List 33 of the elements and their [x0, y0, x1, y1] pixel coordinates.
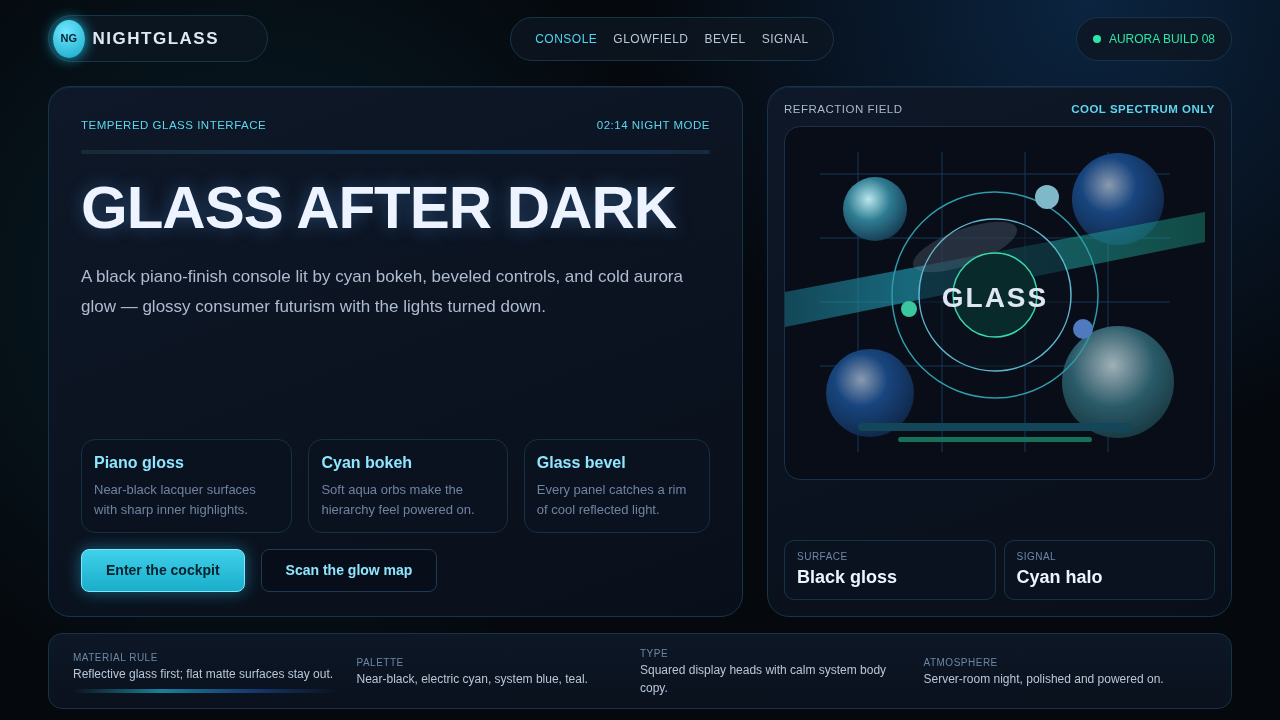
nav-tab[interactable]: GLOWFIELD: [613, 29, 689, 48]
primary-button[interactable]: Enter the cockpit: [81, 549, 245, 592]
time-text: 02:14 NIGHT MODE: [596, 118, 710, 133]
footer-text: Server-room night, polished and powered on.: [923, 670, 1165, 688]
feature-title: Cyan bokeh: [321, 452, 414, 472]
nav-tab[interactable]: SIGNAL: [761, 29, 809, 48]
feature-text: Soft aqua orbs make the hierarchy feel powered on.: [321, 481, 476, 519]
nav-tab[interactable]: BEVEL: [704, 29, 746, 48]
eyebrow-text: TEMPERED GLASS INTERFACE: [81, 118, 267, 133]
footer-text: Squared display heads with calm system body copy.: [640, 661, 888, 697]
footer-text: Near-black, electric cyan, system blue, teal.: [356, 670, 589, 688]
feature-text: Near-black lacquer surfaces with sharp inner highlights.: [94, 481, 257, 519]
feature-text: Every panel catches a rim of cool reflected light.: [536, 481, 688, 519]
footer-label: ATMOSPHERE: [923, 655, 999, 670]
footer-label: MATERIAL RULE: [73, 650, 159, 665]
brand-name: NIGHTGLASS: [92, 27, 219, 50]
stat-value: Cyan halo: [1016, 566, 1104, 589]
footer-text: Reflective glass first; flat matte surfaces stay out.: [73, 665, 335, 683]
stat-label: SIGNAL: [1016, 550, 1058, 564]
hero-description: A black piano-finish console lit by cyan bokeh, beveled controls, and cold aurora glow — glossy consumer futurism with the lights turned down.: [81, 266, 684, 318]
stat-value: Black gloss: [797, 566, 899, 589]
stat-label: SURFACE: [797, 550, 849, 564]
status-label: AURORA BUILD 08: [1108, 30, 1215, 48]
logo-badge: NG: [53, 19, 85, 58]
footer-label: TYPE: [640, 646, 670, 661]
hero-title: GLASS AFTER DARK: [81, 178, 678, 239]
feature-title: Glass bevel: [536, 452, 627, 472]
field-note: COOL SPECTRUM ONLY: [1071, 102, 1215, 117]
footer-label: PALETTE: [356, 655, 405, 670]
field-title: REFRACTION FIELD: [784, 102, 903, 117]
secondary-button[interactable]: Scan the glow map: [260, 549, 438, 592]
nav-tab[interactable]: CONSOLE: [535, 29, 598, 48]
feature-title: Piano gloss: [94, 452, 185, 472]
